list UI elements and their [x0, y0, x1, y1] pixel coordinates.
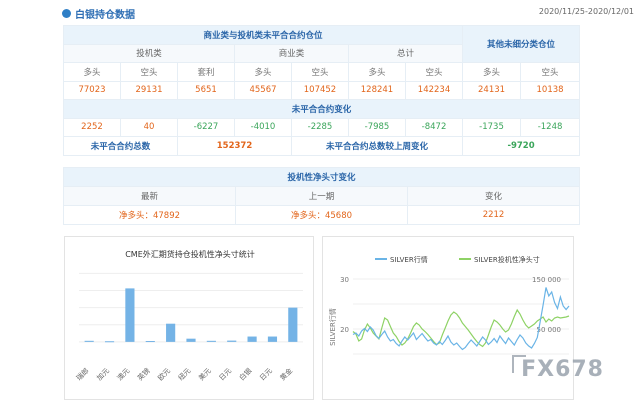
bar-tick-label: 加元 — [95, 366, 111, 382]
changes-header: 未平合合约变化 — [62, 99, 581, 119]
title-wrap: 白银持仓数据 — [62, 6, 135, 21]
spec-net-table: 投机性净头寸变化 最新 上一期 变化 净多头：47892 净多头：45680 2… — [62, 167, 581, 225]
spec-previous: 净多头：45680 — [235, 205, 408, 225]
col-label: 多头 — [63, 62, 121, 82]
bar-tick-label: 英镑 — [135, 366, 151, 382]
bar — [247, 336, 257, 342]
col-label: 多头 — [234, 62, 292, 82]
bar-tick-label: 美元 — [197, 366, 213, 382]
change-value: -8472 — [404, 117, 464, 137]
position-value: 107452 — [291, 80, 349, 100]
change-value: -1248 — [520, 117, 581, 137]
bar — [186, 338, 196, 342]
page-title: 白银持仓数据 — [75, 10, 135, 21]
position-value: 24131 — [462, 80, 522, 100]
positions-value-row: 77023 29131 5651 45567 107452 128241 142… — [63, 80, 581, 100]
positions-main-header: 商业类与投机类未平合合约仓位 — [62, 25, 464, 45]
totals-row: 未平合合约总数 152372 未平合合约总数较上周变化 -9720 — [63, 136, 581, 156]
bar — [206, 340, 216, 342]
change-value: -2285 — [291, 117, 349, 137]
positions-other-header: 其他未细分类仓位 — [462, 25, 581, 63]
bar-tick-label: 欧元 — [156, 366, 172, 382]
change-value: 2252 — [63, 117, 121, 137]
legend-label: SILVER行情 — [390, 255, 428, 264]
legend-label: SILVER投机性净头寸 — [474, 255, 540, 264]
bar — [125, 288, 135, 342]
spec-net-col-row: 最新 上一期 变化 — [63, 186, 581, 206]
y-axis-label: SILVER行情 — [328, 308, 337, 346]
bar — [288, 307, 298, 342]
position-value: 77023 — [63, 80, 121, 100]
right-tick-label: 150 000 — [532, 276, 561, 284]
change-value: -7985 — [348, 117, 406, 137]
bar — [145, 341, 155, 343]
position-value: 5651 — [177, 80, 235, 100]
bar-tick-label: 瑞郎 — [74, 366, 90, 382]
col-label: 多头 — [462, 62, 522, 82]
change-value: -1735 — [462, 117, 522, 137]
page-header: 白银持仓数据 2020/11/25-2020/12/01 — [0, 0, 640, 24]
bar-tick-label: 澳元 — [115, 366, 131, 382]
weekly-change-value: -9720 — [462, 136, 581, 156]
group-total: 总计 — [347, 43, 464, 63]
spec-col-previous: 上一期 — [235, 186, 408, 206]
changes-value-row: 2252 40 -6227 -4010 -2285 -7985 -8472 -1… — [63, 117, 581, 137]
bar-chart: CME外汇期货持仓投机性净头寸统计 瑞郎 加元 澳元 英镑 欧元 纽元 美元 日元 白银 日元 黄金 — [74, 249, 303, 383]
bar — [166, 323, 176, 342]
col-label: 空头 — [404, 62, 464, 82]
change-value: -6227 — [177, 117, 235, 137]
position-value: 142234 — [404, 80, 464, 100]
position-value: 29131 — [120, 80, 178, 100]
spec-latest: 净多头：47892 — [63, 205, 236, 225]
spec-net-value-row: 净多头：47892 净多头：45680 2212 — [63, 205, 581, 225]
bar-tick-label: 日元 — [218, 367, 234, 383]
bar — [84, 340, 94, 342]
col-label: 空头 — [291, 62, 349, 82]
bar — [227, 340, 237, 342]
position-value: 128241 — [348, 80, 406, 100]
spec-col-latest: 最新 — [63, 186, 236, 206]
spec-net-header-row: 投机性净头寸变化 — [62, 167, 581, 187]
bar-tick-label: 白银 — [237, 366, 253, 382]
change-value: 40 — [120, 117, 178, 137]
positions-label-row: 多头 空头 套利 多头 空头 多头 空头 多头 空头 — [63, 62, 581, 82]
date-range: 2020/11/25-2020/12/01 — [538, 7, 634, 16]
spec-col-change: 变化 — [406, 186, 581, 206]
position-value: 10138 — [520, 80, 581, 100]
left-tick-label: 30 — [340, 276, 349, 284]
bar — [104, 341, 115, 343]
col-label: 空头 — [120, 62, 178, 82]
group-commercial: 商业类 — [234, 43, 349, 63]
bar-tick-label: 纽元 — [176, 366, 192, 382]
bar-tick-label: 日元 — [258, 367, 274, 383]
spec-change: 2212 — [406, 205, 581, 225]
col-label: 多头 — [348, 62, 406, 82]
total-value: 152372 — [177, 136, 292, 156]
left-tick-label: 20 — [340, 326, 349, 334]
weekly-change-label: 未平合合约总数较上周变化 — [290, 136, 464, 156]
spec-net-header: 投机性净头寸变化 — [62, 167, 581, 187]
silver-dot-icon — [62, 9, 71, 18]
position-value: 45567 — [234, 80, 292, 100]
bar-tick-label: 黄金 — [278, 366, 294, 382]
col-label: 套利 — [177, 62, 235, 82]
group-speculative: 投机类 — [63, 43, 235, 63]
bar-chart-title: CME外汇期货持仓投机性净头寸统计 — [125, 249, 255, 259]
bar-chart-panel: CME外汇期货持仓投机性净头寸统计 瑞郎 加元 澳元 英镑 欧元 纽元 美元 日元 白银 日元 黄金 — [64, 236, 314, 400]
total-label: 未平合合约总数 — [63, 136, 178, 156]
col-label: 空头 — [520, 62, 581, 82]
right-tick-label: 50 000 — [537, 326, 562, 334]
positions-header-row: 商业类与投机类未平合合约仓位 其他未细分类仓位 — [62, 25, 581, 63]
changes-header-row: 未平合合约变化 — [62, 99, 581, 119]
change-value: -4010 — [234, 117, 292, 137]
bar — [267, 336, 278, 342]
watermark-logo: FX678 — [521, 357, 604, 382]
positions-table: 商业类与投机类未平合合约仓位 其他未细分类仓位 投机类 商业类 总计 多头 空头… — [62, 25, 581, 156]
